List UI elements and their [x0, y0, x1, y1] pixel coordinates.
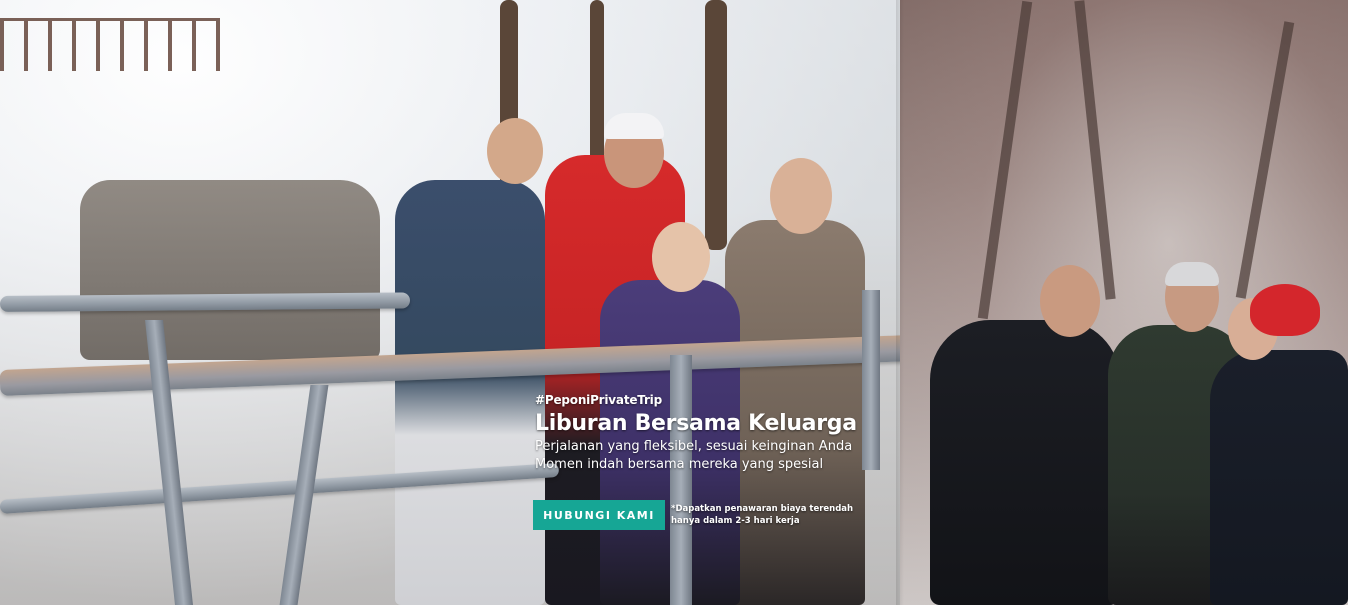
promo-headline: Liburan Bersama Keluarga — [535, 411, 857, 436]
tree-trunk — [590, 0, 604, 170]
promo-hashtag: #PeponiPrivateTrip — [535, 393, 662, 407]
mother-head — [770, 158, 832, 234]
white-hair — [1165, 262, 1219, 286]
woman-black-coat — [930, 320, 1120, 605]
white-cap — [604, 113, 664, 139]
photo-divider — [896, 0, 904, 605]
son-head — [487, 118, 543, 184]
railing-post — [862, 290, 880, 470]
son-figure — [395, 180, 545, 605]
snowy-fence — [0, 18, 220, 71]
promo-text-block: #PeponiPrivateTrip Liburan Bersama Kelua… — [535, 393, 857, 474]
promo-disclaimer: *Dapatkan penawaran biaya terendah hanya… — [671, 503, 853, 527]
daughter-head — [652, 222, 710, 292]
promo-subline: Perjalanan yang fleksibel, sesuai keingi… — [535, 439, 853, 454]
disclaimer-line: *Dapatkan penawaran biaya terendah — [671, 504, 854, 514]
girl-dark-jacket — [1210, 350, 1348, 605]
cta-row: HUBUNGI KAMI *Dapatkan penawaran biaya t… — [533, 500, 853, 530]
contact-us-button[interactable]: HUBUNGI KAMI — [533, 500, 665, 530]
stone-wall — [80, 180, 380, 360]
tree-trunk — [705, 0, 727, 250]
disclaimer-line: hanya dalam 2-3 hari kerja — [671, 516, 800, 526]
railing-post — [279, 385, 329, 605]
promo-subline: Momen indah bersama mereka yang spesial — [535, 457, 824, 472]
woman-head — [1040, 265, 1100, 337]
red-beanie — [1250, 284, 1320, 336]
hero-banner: #PeponiPrivateTrip Liburan Bersama Kelua… — [0, 0, 1348, 605]
